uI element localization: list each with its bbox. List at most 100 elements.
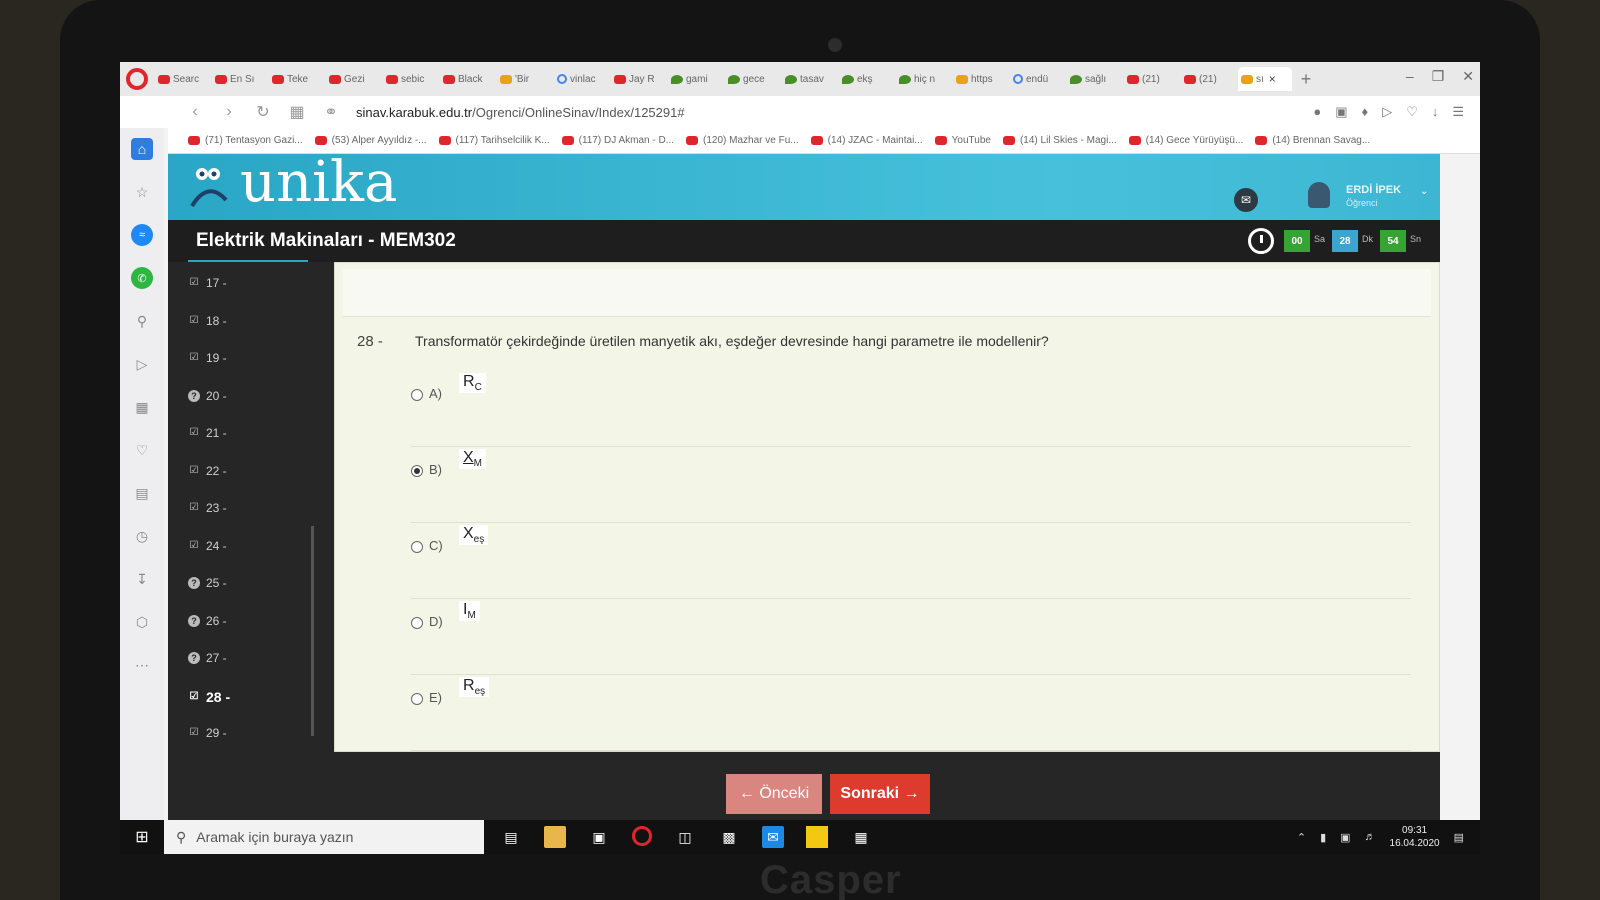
question-nav-item[interactable]: ☑ 29 - xyxy=(188,726,227,740)
question-nav-item[interactable]: ☑ 17 - xyxy=(188,276,227,290)
vpn-icon[interactable]: ● xyxy=(1313,104,1321,120)
heart-icon[interactable]: ♡ xyxy=(131,439,153,461)
bookmark-item[interactable]: (53) Alper Ayyıldız -... xyxy=(314,135,427,146)
grid-icon[interactable]: ▦ xyxy=(131,396,153,418)
avatar[interactable] xyxy=(1308,182,1330,208)
browser-tab[interactable]: endü xyxy=(1010,67,1064,91)
volume-icon[interactable]: ♬ xyxy=(1365,831,1376,843)
answer-option[interactable]: D) IM xyxy=(411,599,1411,675)
browser-tab[interactable]: hiç n xyxy=(896,67,950,91)
browser-tab[interactable]: 'Bir xyxy=(497,67,551,91)
question-nav-item[interactable]: ☑ 28 - xyxy=(188,689,231,705)
new-tab-button[interactable]: + xyxy=(1295,69,1317,90)
speed-dial-icon[interactable]: ▦ xyxy=(288,102,306,122)
question-nav-item[interactable]: ? 25 - xyxy=(188,576,227,590)
download-icon[interactable]: ↧ xyxy=(131,568,153,590)
more-icon[interactable]: ⋯ xyxy=(131,654,153,676)
network-icon[interactable]: ▣ xyxy=(1340,831,1350,844)
next-button[interactable]: Sonraki → xyxy=(830,774,930,814)
answer-radio[interactable] xyxy=(411,465,423,477)
messenger-icon[interactable]: ≈ xyxy=(131,224,153,246)
browser-tab[interactable]: gece xyxy=(725,67,779,91)
shield-icon[interactable]: ♦ xyxy=(1362,104,1369,120)
answer-option[interactable]: E) Reş xyxy=(411,675,1411,751)
download-icon[interactable]: ↓ xyxy=(1432,104,1439,120)
extensions-icon[interactable]: ⬡ xyxy=(131,611,153,633)
scrollbar[interactable] xyxy=(311,526,314,736)
whatsapp-icon[interactable]: ✆ xyxy=(131,267,153,289)
bookmark-item[interactable]: (120) Mazhar ve Fu... xyxy=(686,135,799,146)
url-field[interactable]: sinav.karabuk.edu.tr/Ogrenci/OnlineSinav… xyxy=(356,105,685,120)
bookmark-item[interactable]: (117) DJ Akman - D... xyxy=(561,135,674,146)
question-nav-item[interactable]: ☑ 18 - xyxy=(188,314,227,328)
site-info-icon[interactable]: ⚭ xyxy=(322,102,340,122)
previous-button[interactable]: ← Önceki xyxy=(726,774,822,814)
bookmark-item[interactable]: (14) Lil Skies - Magi... xyxy=(1002,135,1117,146)
browser-tab[interactable]: En Sı xyxy=(212,67,266,91)
file-explorer-icon[interactable] xyxy=(544,826,566,848)
question-nav-item[interactable]: ☑ 23 - xyxy=(188,501,227,515)
clock[interactable]: 09:31 16.04.2020 xyxy=(1390,824,1440,850)
answer-radio[interactable] xyxy=(411,541,423,553)
battery-icon[interactable]: ▮ xyxy=(1320,831,1326,844)
browser-tab[interactable]: Gezi xyxy=(326,67,380,91)
question-nav-item[interactable]: ? 20 - xyxy=(188,389,227,403)
answer-radio[interactable] xyxy=(411,617,423,629)
browser-tab[interactable]: Black xyxy=(440,67,494,91)
send-icon[interactable]: ▷ xyxy=(1382,104,1392,120)
tabs-icon[interactable]: ▤ xyxy=(131,482,153,504)
question-nav-item[interactable]: ? 26 - xyxy=(188,614,227,628)
question-nav-item[interactable]: ☑ 19 - xyxy=(188,351,227,365)
browser-tab[interactable]: https xyxy=(953,67,1007,91)
browser-tab[interactable]: (21) xyxy=(1181,67,1235,91)
search-icon[interactable]: ⚲ xyxy=(131,310,153,332)
opera-taskbar-icon[interactable] xyxy=(632,826,652,846)
bookmark-item[interactable]: (14) Brennan Savag... xyxy=(1255,135,1370,146)
close-tab-icon[interactable]: × xyxy=(1269,72,1276,86)
browser-tab[interactable]: sı × xyxy=(1238,67,1292,91)
bookmark-item[interactable]: (71) Tentasyon Gazi... xyxy=(188,135,303,146)
task-view-icon[interactable]: ▤ xyxy=(500,826,522,848)
browser-tab[interactable]: Searc xyxy=(155,67,209,91)
windows-start-icon[interactable]: ⊞ xyxy=(120,820,164,854)
question-nav-item[interactable]: ☑ 22 - xyxy=(188,464,227,478)
taskbar-search-input[interactable]: ⚲ Aramak için buraya yazın xyxy=(164,820,484,854)
bookmark-item[interactable]: (117) Tarihselcilik K... xyxy=(438,135,550,146)
browser-tab[interactable]: Teke xyxy=(269,67,323,91)
app-icon[interactable]: ◫ xyxy=(674,826,696,848)
close-window-icon[interactable]: ✕ xyxy=(1462,68,1474,85)
browser-tab[interactable]: tasav xyxy=(782,67,836,91)
browser-tab[interactable]: (21) xyxy=(1124,67,1178,91)
question-nav-item[interactable]: ? 27 - xyxy=(188,651,227,665)
mail-app-icon[interactable]: ✉ xyxy=(762,826,784,848)
browser-tab[interactable]: vinlac xyxy=(554,67,608,91)
star-icon[interactable]: ☆ xyxy=(131,181,153,203)
user-name[interactable]: ERDİ İPEK xyxy=(1346,184,1401,196)
chevron-down-icon[interactable]: ⌄ xyxy=(1420,186,1428,197)
answer-option[interactable]: C) Xeş xyxy=(411,523,1411,599)
browser-tab[interactable]: Jay R xyxy=(611,67,665,91)
maximize-icon[interactable]: ❐ xyxy=(1432,68,1445,85)
history-icon[interactable]: ◷ xyxy=(131,525,153,547)
notification-icon[interactable]: ▤ xyxy=(1454,831,1464,844)
bookmark-item[interactable]: (14) JZAC - Maintai... xyxy=(810,135,923,146)
bookmark-item[interactable]: (14) Gece Yürüyüşü... xyxy=(1128,135,1243,146)
sticky-notes-icon[interactable] xyxy=(806,826,828,848)
flow-icon[interactable]: ▷ xyxy=(131,353,153,375)
home-icon[interactable]: ⌂ xyxy=(131,138,153,160)
answer-option[interactable]: A) RC xyxy=(411,371,1411,447)
forward-icon[interactable]: › xyxy=(220,103,238,121)
store-icon[interactable]: ▣ xyxy=(588,826,610,848)
answer-radio[interactable] xyxy=(411,693,423,705)
bookmark-item[interactable]: YouTube xyxy=(934,135,991,146)
site-logo[interactable]: unika xyxy=(240,150,397,215)
settings-icon[interactable]: ☰ xyxy=(1452,104,1464,120)
mail-icon[interactable]: ✉ xyxy=(1234,188,1258,212)
snapshot-icon[interactable]: ▣ xyxy=(1335,104,1347,120)
reload-icon[interactable]: ↻ xyxy=(254,102,272,122)
browser-tab[interactable]: sağlı xyxy=(1067,67,1121,91)
question-nav-item[interactable]: ☑ 24 - xyxy=(188,539,227,553)
opera-menu-icon[interactable] xyxy=(126,68,148,90)
heart-icon[interactable]: ♡ xyxy=(1406,104,1418,120)
photos-icon[interactable]: ▩ xyxy=(718,826,740,848)
